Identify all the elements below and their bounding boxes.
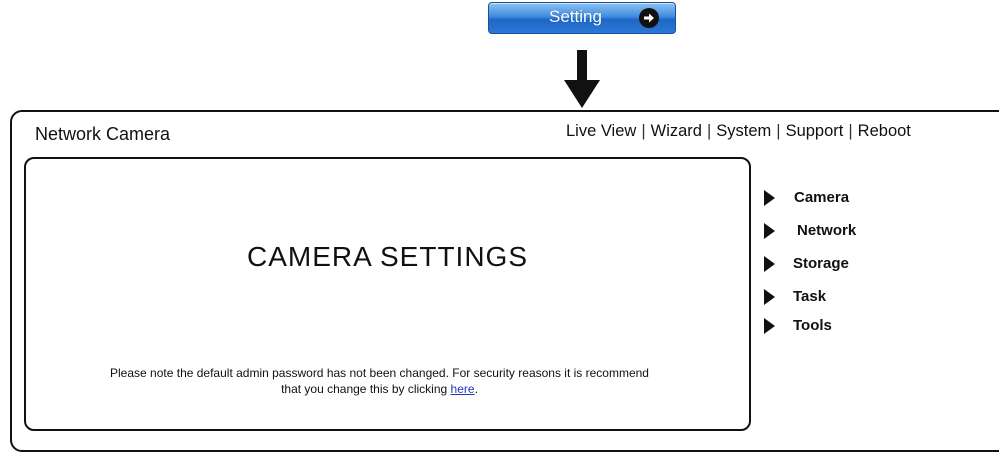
notice-line-1: Please note the default admin password h… (110, 366, 649, 380)
top-navigation: Live View | Wizard | System | Support | Reboot (566, 122, 911, 141)
side-item-label: Network (797, 222, 857, 239)
side-item-label: Camera (794, 189, 850, 206)
brand-title: Network Camera (35, 124, 171, 144)
nav-separator: | (848, 122, 853, 140)
nav-separator: | (706, 122, 712, 140)
nav-separator: | (776, 122, 781, 140)
down-arrow-icon (564, 50, 600, 110)
setting-button-label: Setting (549, 7, 602, 26)
nav-separator: | (641, 122, 646, 140)
notice-end: . (474, 382, 478, 396)
notice-line-2: that you change this by clicking (281, 382, 448, 396)
nav-wizard[interactable]: Wizard (651, 122, 702, 140)
triangle-right-icon (764, 223, 775, 239)
nav-support[interactable]: Support (786, 122, 844, 140)
side-item-label: Tools (793, 317, 832, 334)
side-item-label: Task (793, 288, 827, 305)
nav-system[interactable]: System (716, 122, 771, 140)
setting-button[interactable]: Setting (488, 2, 676, 34)
panel-title: CAMERA SETTINGS (246, 241, 529, 272)
camera-settings-panel: CAMERA SETTINGS Please note the default … (24, 157, 751, 431)
nav-reboot[interactable]: Reboot (858, 122, 911, 140)
triangle-right-icon (764, 318, 775, 334)
arrow-right-circle-icon (639, 8, 659, 28)
triangle-right-icon (764, 256, 775, 272)
nav-live-view[interactable]: Live View (566, 122, 636, 140)
triangle-right-icon (764, 190, 775, 206)
password-notice: Please note the default admin password h… (46, 365, 713, 397)
side-item-label: Storage (793, 255, 849, 272)
triangle-right-icon (764, 289, 775, 305)
change-password-link[interactable]: here (451, 382, 475, 396)
